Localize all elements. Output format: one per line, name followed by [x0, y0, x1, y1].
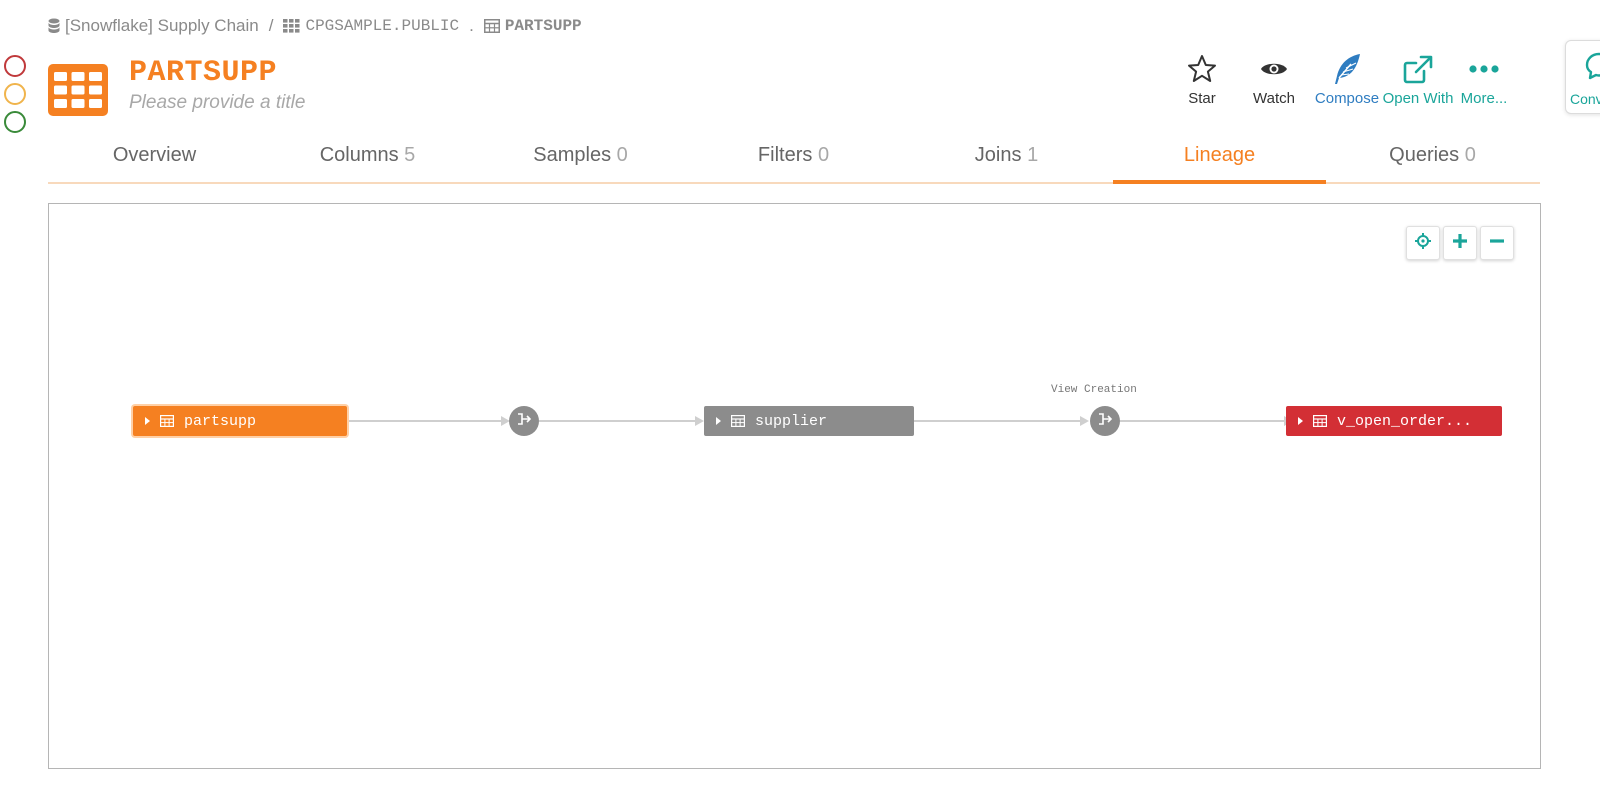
tab-queries[interactable]: Queries 0	[1326, 140, 1539, 182]
datasource-label: [Snowflake] Supply Chain	[65, 16, 259, 35]
table-icon	[731, 415, 745, 427]
lineage-process-node[interactable]	[1090, 406, 1120, 436]
process-icon	[516, 412, 532, 431]
feather-icon	[1331, 50, 1363, 88]
breadcrumb-schema[interactable]: CPGSAMPLE.PUBLIC	[283, 17, 459, 35]
star-button[interactable]: Star	[1178, 50, 1226, 112]
status-circle-red	[4, 55, 26, 77]
lineage-node-partsupp[interactable]: partsupp	[133, 406, 347, 436]
table-icon	[160, 415, 174, 427]
open-with-label: Open With	[1382, 90, 1454, 107]
external-link-icon	[1402, 50, 1434, 88]
expand-caret-icon[interactable]	[1298, 417, 1303, 425]
page-title: PARTSUPP	[129, 56, 278, 90]
database-icon	[48, 18, 60, 34]
page-subtitle[interactable]: Please provide a title	[129, 92, 305, 114]
more-label: More...	[1460, 90, 1508, 107]
process-label: View Creation	[1051, 384, 1137, 396]
tab-lineage[interactable]: Lineage	[1113, 140, 1326, 184]
compose-label: Compose	[1314, 90, 1380, 107]
lineage-edge	[913, 420, 1081, 422]
tab-overview[interactable]: Overview	[48, 140, 261, 182]
lineage-edge	[1120, 420, 1285, 422]
expand-caret-icon[interactable]	[145, 417, 150, 425]
lineage-node-label: partsupp	[184, 412, 257, 430]
recenter-icon	[1414, 232, 1432, 255]
status-circle-yellow	[4, 83, 26, 105]
watch-button[interactable]: Watch	[1246, 50, 1302, 112]
lineage-process-node[interactable]	[509, 406, 539, 436]
eye-icon	[1260, 50, 1288, 88]
chat-icon	[1584, 51, 1600, 86]
star-icon	[1187, 50, 1217, 88]
status-circle-green	[4, 111, 26, 133]
watch-label: Watch	[1253, 90, 1295, 107]
conversations-panel-toggle[interactable]: Conv	[1565, 40, 1600, 114]
breadcrumb: [Snowflake] Supply Chain / CPGSAMPLE.PUB…	[48, 14, 582, 38]
process-icon	[1097, 412, 1113, 431]
zoom-out-icon	[1489, 233, 1505, 254]
recenter-button[interactable]	[1406, 226, 1440, 260]
lineage-graph[interactable]: partsupp supplier View Creation v_open_o…	[48, 203, 1541, 769]
schema-label: CPGSAMPLE.PUBLIC	[305, 17, 460, 35]
breadcrumb-separator: /	[268, 16, 274, 35]
side-panel-label: Conv	[1570, 91, 1600, 107]
open-with-button[interactable]: Open With	[1380, 50, 1456, 112]
expand-caret-icon[interactable]	[716, 417, 721, 425]
tab-samples[interactable]: Samples 0	[474, 140, 687, 182]
breadcrumb-dot: .	[469, 16, 474, 35]
tab-columns[interactable]: Columns 5	[261, 140, 474, 182]
tab-filters[interactable]: Filters 0	[687, 140, 900, 182]
table-icon	[483, 19, 500, 33]
table-label: PARTSUPP	[504, 17, 582, 35]
star-label: Star	[1188, 90, 1216, 107]
lineage-edge	[346, 420, 502, 422]
schema-grid-icon	[283, 19, 300, 33]
lineage-edge-arrow	[695, 416, 704, 426]
lineage-node-label: supplier	[755, 412, 828, 430]
lineage-node-label: v_open_order...	[1337, 412, 1473, 430]
compose-button[interactable]: Compose	[1313, 50, 1381, 112]
tab-joins[interactable]: Joins 1	[900, 140, 1113, 182]
breadcrumb-table: PARTSUPP	[483, 17, 582, 35]
breadcrumb-datasource[interactable]: [Snowflake] Supply Chain	[48, 16, 259, 36]
lineage-edge-arrow	[1080, 416, 1089, 426]
lineage-node-supplier[interactable]: supplier	[704, 406, 914, 436]
lineage-node-v-open-order[interactable]: v_open_order...	[1286, 406, 1502, 436]
zoom-out-button[interactable]	[1480, 226, 1514, 260]
zoom-in-button[interactable]	[1443, 226, 1477, 260]
ellipsis-icon	[1469, 50, 1499, 88]
table-icon	[1313, 415, 1327, 427]
lineage-edge	[539, 420, 696, 422]
zoom-in-icon	[1452, 233, 1468, 254]
tab-bar: Overview Columns 5 Samples 0 Filters 0 J…	[48, 140, 1540, 184]
more-button[interactable]: More...	[1458, 50, 1510, 112]
table-grid-icon	[48, 64, 108, 116]
